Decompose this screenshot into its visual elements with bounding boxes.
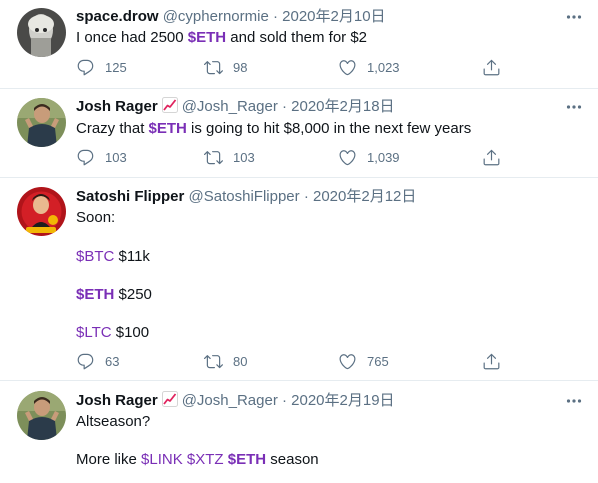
retweet-count: 98 xyxy=(233,59,248,75)
reply-icon xyxy=(77,59,94,75)
more-icon[interactable] xyxy=(566,392,582,410)
tweet-text-segment: Altseason? xyxy=(76,413,151,430)
heart-icon xyxy=(339,149,356,165)
share-icon xyxy=(483,59,500,75)
share-button[interactable] xyxy=(482,146,501,168)
cashtag-link[interactable]: $XTZ xyxy=(187,451,224,468)
tweet-text: More like $LINK $XTZ $ETH season xyxy=(76,450,319,470)
tweet-text: Soon: xyxy=(76,208,115,228)
display-name[interactable]: Josh Rager xyxy=(76,98,158,115)
avatar[interactable] xyxy=(17,98,66,147)
display-name[interactable]: Satoshi Flipper xyxy=(76,188,184,205)
tweet-header: space.drow @cyphernormie · 2020年2月10日 xyxy=(76,7,386,27)
tweet-text: $ETH $250 xyxy=(76,285,152,305)
reply-count: 125 xyxy=(105,59,127,75)
avatar[interactable] xyxy=(17,187,66,236)
tweet-text-segment: $250 xyxy=(114,286,152,303)
reply-button[interactable]: 63 xyxy=(76,350,119,372)
retweet-button[interactable]: 80 xyxy=(204,350,247,372)
retweet-count: 103 xyxy=(233,149,255,165)
reply-icon xyxy=(77,353,94,369)
tweet-date[interactable]: 2020年2月19日 xyxy=(291,392,394,409)
cashtag-link[interactable]: $ETH xyxy=(149,120,187,137)
cashtag-link[interactable]: $LINK xyxy=(141,451,183,468)
heart-icon xyxy=(339,59,356,75)
tweet[interactable]: Satoshi Flipper @SatoshiFlipper · 2020年2… xyxy=(0,178,598,380)
like-count: 1,023 xyxy=(367,59,400,75)
tweet-text: Crazy that $ETH is going to hit $8,000 i… xyxy=(76,119,471,139)
display-name[interactable]: space.drow xyxy=(76,8,159,25)
tweet-text: Altseason? xyxy=(76,412,150,432)
tweet-actions: 103 103 1,039 xyxy=(76,146,501,168)
reply-button[interactable]: 103 xyxy=(76,146,127,168)
cashtag-link[interactable]: $ETH xyxy=(228,451,266,468)
tweet-text-segment: $11k xyxy=(114,248,150,265)
tweet-header: Satoshi Flipper @SatoshiFlipper · 2020年2… xyxy=(76,187,416,207)
share-button[interactable] xyxy=(482,350,501,372)
tweet-text-segment: is going to hit $8,000 in the next few y… xyxy=(186,120,472,137)
retweet-button[interactable]: 103 xyxy=(204,146,255,168)
cashtag-link[interactable]: $BTC xyxy=(76,248,114,265)
more-icon[interactable] xyxy=(566,98,582,116)
share-button[interactable] xyxy=(482,56,501,78)
tweet-actions: 63 80 765 xyxy=(76,350,501,372)
like-button[interactable]: 765 xyxy=(338,350,389,372)
separator-dot: · xyxy=(303,188,309,205)
user-handle[interactable]: @SatoshiFlipper xyxy=(189,188,300,205)
tweet-text-segment: I once had 2500 xyxy=(76,29,188,46)
retweet-icon xyxy=(204,354,223,368)
tweet-header: Josh Rager @Josh_Rager · 2020年2月18日 xyxy=(76,97,395,117)
tweet-text: I once had 2500 $ETH and sold them for $… xyxy=(76,28,367,48)
tweet-text-segment: $100 xyxy=(111,324,150,341)
avatar[interactable] xyxy=(17,8,66,57)
chart-increasing-emoji xyxy=(161,97,178,113)
user-handle[interactable]: @cyphernormie xyxy=(163,8,269,25)
retweet-count: 80 xyxy=(233,353,248,369)
separator-dot: · xyxy=(281,98,287,115)
cashtag-link[interactable]: $ETH xyxy=(76,286,114,303)
tweet-header: Josh Rager @Josh_Rager · 2020年2月19日 xyxy=(76,391,395,411)
tweet-date[interactable]: 2020年2月18日 xyxy=(291,98,394,115)
chart-increasing-emoji xyxy=(161,391,178,407)
display-name[interactable]: Josh Rager xyxy=(76,392,158,409)
tweet-text: $LTC $100 xyxy=(76,323,149,343)
tweet[interactable]: space.drow @cyphernormie · 2020年2月10日 I … xyxy=(0,0,598,88)
tweet-date[interactable]: 2020年2月12日 xyxy=(313,188,416,205)
tweet-text-segment: season xyxy=(266,451,319,468)
user-handle[interactable]: @Josh_Rager xyxy=(182,392,278,409)
user-handle[interactable]: @Josh_Rager xyxy=(182,98,278,115)
tweet-date[interactable]: 2020年2月10日 xyxy=(282,8,385,25)
heart-icon xyxy=(339,353,356,369)
retweet-button[interactable]: 98 xyxy=(204,56,247,78)
tweet-text-segment: More like xyxy=(76,451,142,468)
reply-button[interactable]: 125 xyxy=(76,56,127,78)
like-button[interactable]: 1,023 xyxy=(338,56,400,78)
cashtag-link[interactable]: $LTC xyxy=(76,324,112,341)
separator-dot: · xyxy=(272,8,278,25)
like-count: 765 xyxy=(367,353,389,369)
tweet-text-segment: Crazy that xyxy=(76,120,149,137)
retweet-icon xyxy=(204,150,223,164)
reply-count: 63 xyxy=(105,353,120,369)
avatar[interactable] xyxy=(17,391,66,440)
retweet-icon xyxy=(204,60,223,74)
cashtag-link[interactable]: $ETH xyxy=(188,29,226,46)
more-icon[interactable] xyxy=(566,8,582,26)
tweet[interactable]: Josh Rager @Josh_Rager · 2020年2月19日 Altse… xyxy=(0,381,598,483)
share-icon xyxy=(483,353,500,369)
share-icon xyxy=(483,149,500,165)
like-count: 1,039 xyxy=(367,149,400,165)
tweet-actions: 125 98 1,023 xyxy=(76,56,501,78)
tweet[interactable]: Josh Rager @Josh_Rager · 2020年2月18日 Crazy… xyxy=(0,89,598,177)
like-button[interactable]: 1,039 xyxy=(338,146,400,168)
separator-dot: · xyxy=(281,392,287,409)
tweet-text: $BTC $11k xyxy=(76,247,150,267)
reply-icon xyxy=(77,149,94,165)
tweet-text-segment: Soon: xyxy=(76,209,116,226)
tweet-text-segment: and sold them for $2 xyxy=(226,29,368,46)
reply-count: 103 xyxy=(105,149,127,165)
